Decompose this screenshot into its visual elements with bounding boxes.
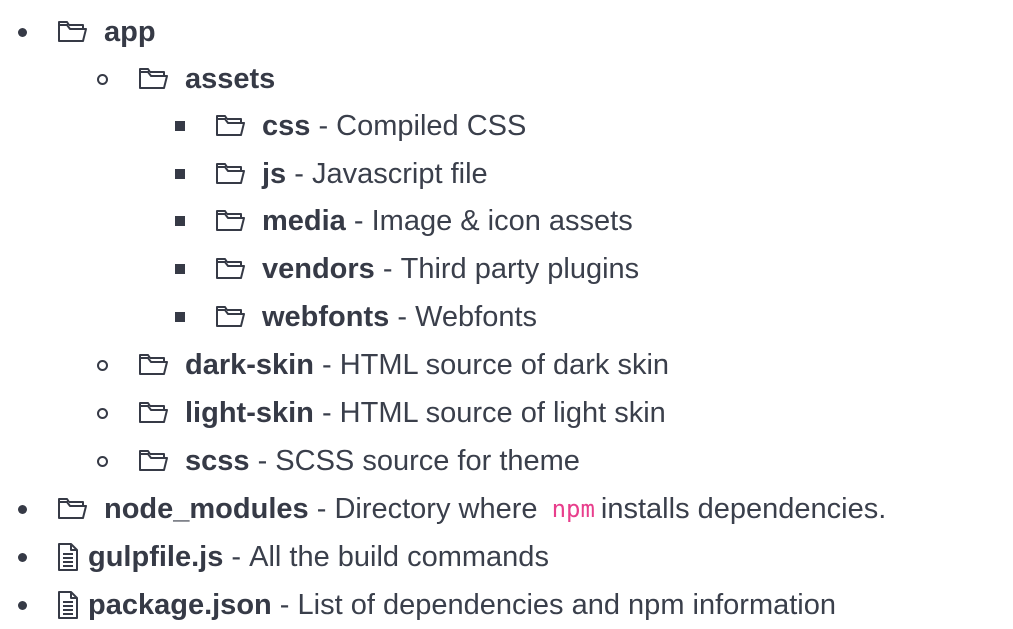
folder-icon (56, 19, 89, 45)
tree-item-node-modules: node_modules - Directory where npm instal… (18, 485, 886, 533)
tree-item-scss: scss - SCSS source for theme (97, 437, 580, 485)
tree-item-name: gulpfile.js (88, 540, 224, 573)
tree-item-webfonts: webfonts - Webfonts (175, 293, 537, 341)
tree-item-name: js (262, 157, 287, 190)
disc-bullet (18, 27, 27, 37)
file-icon (56, 590, 80, 620)
file-icon (56, 542, 80, 572)
circle-bullet (97, 359, 108, 371)
folder-icon (56, 496, 89, 522)
tree-item-dark-skin: dark-skin - HTML source of dark skin (97, 341, 669, 389)
tree-item-description: Third party plugins (400, 252, 640, 285)
square-bullet (175, 121, 185, 131)
disc-bullet (18, 504, 27, 514)
folder-icon (137, 66, 170, 92)
separator: - (286, 157, 312, 190)
tree-item-description: Javascript file (311, 157, 488, 190)
tree-item-description: HTML source of light skin (339, 396, 666, 429)
circle-bullet (97, 407, 108, 419)
tree-item-description: All the build commands (249, 540, 549, 573)
folder-icon (214, 113, 247, 139)
tree-item-description: SCSS source for theme (275, 444, 580, 477)
tree-item-vendors: vendors - Third party plugins (175, 245, 639, 293)
tree-item-media: media - Image & icon assets (175, 197, 633, 245)
folder-icon (214, 208, 247, 234)
tree-item-name: assets (185, 62, 276, 95)
separator: - (223, 540, 250, 573)
tree-item-name: media (262, 204, 346, 237)
separator: - (389, 300, 416, 333)
tree-item-css: css - Compiled CSS (175, 102, 526, 150)
tree-item-description-tail: installs dependencies. (600, 492, 887, 525)
circle-bullet (97, 73, 108, 85)
square-bullet (175, 312, 185, 322)
separator: - (271, 588, 298, 621)
tree-item-name: package.json (88, 588, 272, 621)
tree-item-light-skin: light-skin - HTML source of light skin (97, 389, 666, 437)
separator: - (345, 204, 372, 237)
folder-icon (214, 256, 247, 282)
tree-item-name: webfonts (262, 300, 390, 333)
separator: - (313, 396, 340, 429)
disc-bullet (18, 552, 27, 562)
separator: - (310, 109, 337, 142)
tree-item-assets: assets (97, 55, 275, 103)
tree-item-package-json: package.json - List of dependencies and … (18, 581, 836, 629)
circle-bullet (97, 455, 108, 467)
folder-icon (137, 448, 170, 474)
square-bullet (175, 216, 185, 226)
separator: - (313, 348, 340, 381)
tree-item-js: js - Javascript file (175, 150, 488, 198)
tree-item-name: css (262, 109, 311, 142)
tree-item-name: dark-skin (185, 348, 314, 381)
tree-item-name: app (104, 15, 156, 48)
square-bullet (175, 264, 185, 274)
tree-item-description: List of dependencies and npm information (297, 588, 836, 621)
inline-code: npm (551, 495, 595, 523)
disc-bullet (18, 600, 27, 610)
tree-item-app: app (18, 8, 156, 56)
tree-item-description: Compiled CSS (336, 109, 527, 142)
folder-icon (214, 304, 247, 330)
tree-item-name: light-skin (185, 396, 314, 429)
tree-item-description: Directory where (334, 492, 546, 525)
tree-item-description: Image & icon assets (371, 204, 633, 237)
folder-icon (214, 161, 247, 187)
square-bullet (175, 169, 185, 179)
folder-icon (137, 400, 170, 426)
tree-item-description: Webfonts (415, 300, 538, 333)
tree-item-gulpfile: gulpfile.js - All the build commands (18, 533, 549, 581)
file-tree: app assets css - Compiled CSS js - Javas… (0, 0, 1013, 625)
tree-item-description: HTML source of dark skin (339, 348, 670, 381)
folder-icon (137, 352, 170, 378)
tree-item-name: node_modules (104, 492, 309, 525)
tree-item-name: scss (185, 444, 250, 477)
separator: - (374, 252, 401, 285)
separator: - (249, 444, 276, 477)
separator: - (308, 492, 335, 525)
tree-item-name: vendors (262, 252, 375, 285)
